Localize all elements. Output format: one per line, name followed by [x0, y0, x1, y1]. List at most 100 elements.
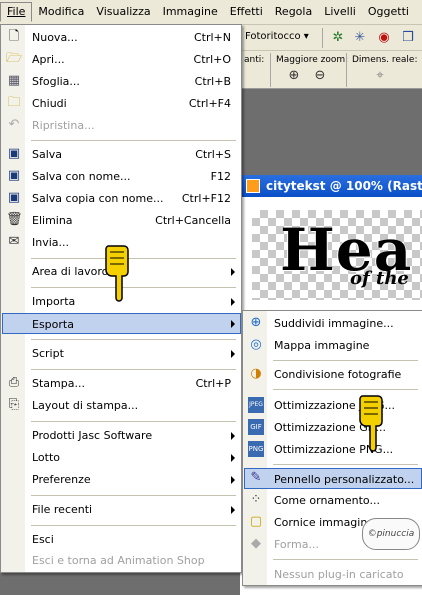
submenu-arrow-icon [231, 350, 235, 358]
menu-item-esci-animation-shop: Esci e torna ad Animation Shop [2, 550, 241, 571]
red-eye-icon[interactable]: ◉ [376, 30, 392, 46]
pointing-hand-icon [359, 395, 383, 452]
menu-item-salva[interactable]: ▣ Salva Ctrl+S [2, 144, 241, 165]
submenu-arrow-icon [231, 476, 235, 484]
menu-item-shortcut: Ctrl+B [194, 75, 231, 88]
menu-item-condivisione[interactable]: ◑ Condivisione fotografie [244, 364, 422, 385]
menu-item-esci[interactable]: Esci [2, 529, 241, 550]
document-title-bar[interactable]: citytekst @ 100% (Raster [240, 175, 422, 197]
menu-visualizza[interactable]: Visualizza [90, 2, 156, 22]
menu-immagine[interactable]: Immagine [157, 2, 224, 22]
submenu-arrow-icon [231, 320, 235, 328]
document-title: citytekst @ 100% (Raster [266, 179, 422, 193]
print-layout-icon: ⎘ [8, 397, 20, 412]
menu-item-jpeg[interactable]: JPEG Ottimizzazione JPEG... [244, 395, 422, 416]
image-canvas[interactable]: Hea of the [252, 210, 422, 300]
anti-label: anti: [244, 55, 265, 65]
picture-tube-icon: ⁘ [250, 492, 262, 507]
menu-item-shortcut: Ctrl+S [195, 148, 231, 161]
slice-icon: ⊕ [250, 315, 262, 330]
menu-item-label: File recenti [32, 503, 93, 516]
menu-divider [273, 464, 418, 465]
menu-item-salva-copia[interactable]: ▣ Salva copia con nome... Ctrl+F12 [2, 188, 241, 209]
menu-item-label: Prodotti Jasc Software [32, 429, 153, 442]
menu-item-salva-con-nome[interactable]: ▣ Salva con nome... F12 [2, 166, 241, 187]
menubar: File Modifica Visualizza Immagine Effett… [0, 0, 422, 25]
zoom-out-icon[interactable]: ⊖ [312, 68, 328, 84]
jpeg-icon: JPEG [248, 397, 264, 413]
menu-item-script[interactable]: Script [2, 343, 241, 364]
menu-item-lotto[interactable]: Lotto [2, 447, 241, 468]
submenu-arrow-icon [231, 298, 235, 306]
menu-item-label: Preferenze [32, 473, 91, 486]
save-as-icon: ▣ [7, 168, 21, 183]
menu-regola[interactable]: Regola [269, 2, 318, 22]
menu-item-gif[interactable]: GIF Ottimizzazione GIF... [244, 417, 422, 438]
pointing-hand-icon [105, 245, 129, 302]
menu-item-label: Come ornamento... [274, 494, 380, 507]
fotoritocco-dropdown[interactable]: Fotoritocco ▾ [245, 31, 309, 42]
document-icon [246, 179, 260, 193]
menu-item-label: Salva con nome... [32, 170, 131, 183]
menu-item-label: Salva [32, 148, 63, 161]
menu-item-label: Importa [32, 295, 76, 308]
zoom-label: Maggiore zoom: [276, 55, 349, 65]
menu-item-ornamento[interactable]: ⁘ Come ornamento... [244, 490, 422, 511]
menu-divider [273, 389, 418, 390]
menu-item-label: Layout di stampa... [32, 399, 139, 412]
toolbar-separator [322, 28, 323, 48]
menu-item-chiudi[interactable]: 🗀 Chiudi Ctrl+F4 [2, 93, 241, 114]
menu-item-stampa[interactable]: ⎙ Stampa... Ctrl+P [2, 373, 241, 394]
menu-item-shortcut: Ctrl+Cancella [155, 214, 231, 227]
menu-item-preferenze[interactable]: Preferenze [2, 469, 241, 490]
menu-item-label: Apri... [32, 53, 65, 66]
menu-item-nessun-plugin: Nessun plug-in caricato [244, 564, 422, 585]
menu-item-label: Invia... [32, 236, 70, 249]
menu-item-sfoglia[interactable]: ▦ Sfoglia... Ctrl+B [2, 71, 241, 92]
frame-icon: ▢ [249, 514, 263, 529]
menu-item-label: Mappa immagine [274, 339, 370, 352]
trash-icon: 🗑 [6, 212, 23, 227]
submenu-arrow-icon [231, 454, 235, 462]
menu-item-png[interactable]: PNG Ottimizzazione PNG... [244, 439, 422, 460]
cube-icon[interactable]: ❒ [400, 30, 416, 46]
menu-item-apri[interactable]: 🗁 Apri... Ctrl+O [2, 49, 241, 70]
menu-item-prodotti-jasc[interactable]: Prodotti Jasc Software [2, 425, 241, 446]
menu-item-label: Suddividi immagine... [274, 317, 394, 330]
tool-options-toolbar: anti: Maggiore zoom: ⊕ ⊖ Dimens. reale: … [240, 51, 422, 89]
menu-divider [31, 339, 236, 340]
gif-icon: GIF [248, 419, 264, 435]
menu-modifica[interactable]: Modifica [32, 2, 90, 22]
menu-item-label: Sfoglia... [32, 75, 80, 88]
sparkle-icon[interactable]: ✲ [330, 30, 346, 46]
send-icon: ✉ [8, 234, 20, 249]
menu-divider [31, 421, 236, 422]
submenu-arrow-icon [231, 432, 235, 440]
print-icon: ⎙ [8, 375, 20, 390]
menu-item-layout-stampa[interactable]: ⎘ Layout di stampa... [2, 395, 241, 416]
menu-item-mappa[interactable]: ◎ Mappa immagine [244, 335, 422, 356]
menu-item-nuova[interactable]: 🗋 Nuova... Ctrl+N [2, 27, 241, 48]
menu-item-file-recenti[interactable]: File recenti [2, 499, 241, 520]
submenu-arrow-icon [231, 268, 235, 276]
brush-icon: ✎ [250, 470, 262, 485]
sparkle-tool-icon[interactable]: ✳ [352, 30, 368, 46]
menu-item-esporta[interactable]: Esporta [2, 313, 241, 334]
menu-item-label: Esci e torna ad Animation Shop [32, 554, 205, 567]
menu-item-ripristina: ↶ Ripristina... [2, 115, 241, 136]
menu-item-shortcut: Ctrl+P [195, 377, 231, 390]
menu-divider [273, 559, 418, 560]
watermark-logo: ©pinuccia [362, 518, 420, 550]
zoom-in-icon[interactable]: ⊕ [286, 68, 302, 84]
menu-oggetti[interactable]: Oggetti [362, 2, 415, 22]
menu-effetti[interactable]: Effetti [224, 2, 269, 22]
actual-size-icon[interactable]: ⌖ [372, 68, 388, 84]
menu-item-label: Condivisione fotografie [274, 368, 402, 381]
menu-item-elimina[interactable]: 🗑 Elimina Ctrl+Cancella [2, 210, 241, 231]
menu-item-suddividi[interactable]: ⊕ Suddividi immagine... [244, 313, 422, 334]
menu-item-label: Elimina [32, 214, 73, 227]
menu-item-pennello[interactable]: ✎ Pennello personalizzato... [244, 468, 422, 489]
menu-item-label: Pennello personalizzato... [274, 473, 415, 486]
menu-file[interactable]: File [0, 2, 33, 22]
menu-livelli[interactable]: Livelli [318, 2, 362, 22]
